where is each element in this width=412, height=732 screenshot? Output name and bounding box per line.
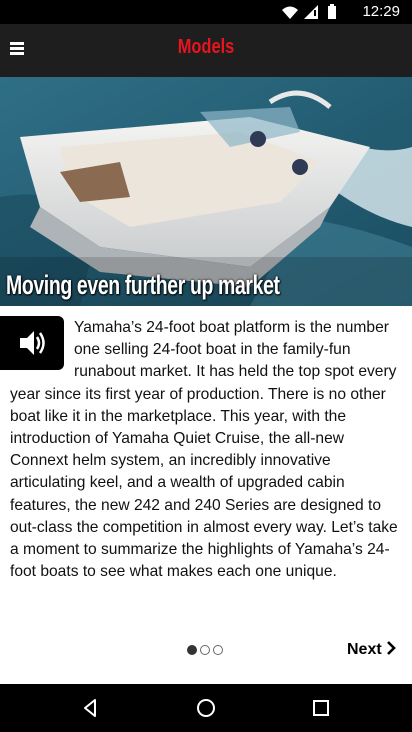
next-button[interactable]: Next [347, 641, 396, 659]
article-body: Yamaha’s 24-foot boat platform is the nu… [10, 317, 402, 583]
navigation-bar [0, 684, 412, 732]
recents-icon[interactable] [309, 696, 333, 720]
status-time: 12:29 [362, 3, 400, 20]
battery-icon [328, 4, 336, 19]
hero-caption: Moving even further up market [6, 270, 280, 300]
app-bar: Models [0, 24, 412, 77]
page-dot [213, 645, 223, 655]
page-indicator [187, 645, 227, 657]
chevron-right-icon [387, 641, 396, 655]
hero-image: Moving even further up market [0, 77, 412, 306]
back-icon[interactable] [79, 696, 103, 720]
wifi-icon [282, 6, 298, 19]
status-bar: 12:29 [0, 0, 412, 24]
home-icon[interactable] [194, 696, 218, 720]
status-icons [282, 4, 336, 19]
page-title: Models [177, 36, 235, 58]
next-label: Next [347, 641, 382, 658]
page-dot [200, 645, 210, 655]
signal-icon [304, 5, 318, 19]
audio-spacer [10, 317, 74, 373]
hamburger-icon[interactable] [10, 42, 26, 55]
page-dot [187, 645, 197, 655]
